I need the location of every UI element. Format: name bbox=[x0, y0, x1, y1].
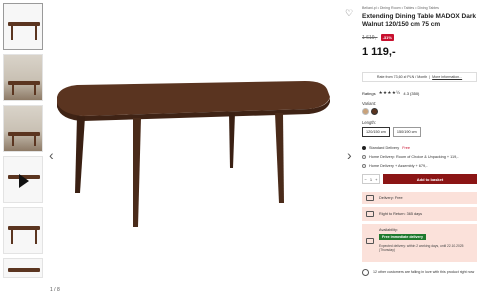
discount-badge: -31% bbox=[380, 34, 394, 41]
thumbnail-2[interactable] bbox=[3, 54, 43, 101]
variant-swatches bbox=[362, 108, 477, 115]
radio-icon[interactable] bbox=[362, 163, 366, 168]
star-rating-icon: ★★★★½ bbox=[378, 90, 401, 95]
length-options: 120/150 cm 150/190 cm bbox=[362, 127, 477, 137]
qty-plus-button[interactable]: + bbox=[375, 177, 377, 182]
old-price: 1 619,- bbox=[362, 34, 378, 41]
thumbnail-video[interactable] bbox=[3, 156, 43, 203]
thumb-table-leg bbox=[34, 136, 36, 146]
current-price: 1 119,- bbox=[362, 46, 396, 58]
swatch-light-wood[interactable] bbox=[362, 108, 369, 115]
length-option-150-190[interactable]: 150/190 cm bbox=[392, 127, 421, 137]
truck-icon bbox=[366, 195, 374, 201]
thumb-table-leg bbox=[11, 26, 13, 40]
thumb-table-leg bbox=[34, 85, 36, 95]
quantity-stepper[interactable]: − 1 + bbox=[362, 174, 380, 184]
thumbnail-1[interactable] bbox=[3, 3, 43, 50]
cart-row: − 1 + Add to basket bbox=[362, 174, 477, 184]
product-title: Extending Dining Table MADOX Dark Walnut… bbox=[362, 13, 477, 28]
availability-badge: Free immediate delivery bbox=[379, 234, 426, 240]
delivery-option-assembly[interactable]: Home Delivery + Assembly + 679,- bbox=[362, 161, 477, 170]
length-label: Length: bbox=[362, 120, 376, 125]
people-icon bbox=[362, 269, 369, 276]
variant-label: Variant: bbox=[362, 101, 377, 106]
finance-info: Rate from 73,60 zł PLN / Month | More in… bbox=[362, 72, 477, 82]
price-row: 1 619,- -31% bbox=[362, 34, 477, 41]
radio-selected-icon[interactable] bbox=[362, 145, 366, 150]
chevron-left-icon[interactable]: ‹ bbox=[49, 148, 54, 162]
ratings-label: Ratings bbox=[362, 90, 376, 96]
main-product-image[interactable] bbox=[47, 3, 360, 301]
thumb-table-leg bbox=[12, 85, 14, 95]
heart-icon[interactable]: ♡ bbox=[345, 8, 353, 19]
qty-value: 1 bbox=[369, 176, 373, 182]
chevron-right-icon[interactable]: › bbox=[347, 148, 352, 162]
delivery-options: Standard Delivery Free Home Delivery: Ro… bbox=[362, 143, 477, 170]
image-counter: 1 / 8 bbox=[50, 287, 60, 293]
table-leg bbox=[229, 113, 235, 168]
ratings-row[interactable]: Ratings ★★★★½ 4.3 (350) bbox=[362, 90, 477, 96]
delivery-info: Delivery: Free bbox=[362, 192, 477, 204]
rating-value: 4.3 (350) bbox=[403, 90, 420, 96]
table-leg bbox=[75, 116, 85, 193]
qty-minus-button[interactable]: − bbox=[365, 177, 367, 182]
length-option-120-150[interactable]: 120/150 cm bbox=[362, 127, 390, 137]
availability-note: Expected delivery: within 2 working days… bbox=[379, 244, 464, 253]
thumbnail-6[interactable] bbox=[3, 258, 43, 278]
thumb-table-leg bbox=[11, 230, 13, 244]
thumb-table-leg bbox=[12, 136, 14, 146]
thumbnail-strip bbox=[3, 3, 43, 282]
delivery-option-room[interactable]: Home Delivery: Room of Choice & Unpackin… bbox=[362, 152, 477, 161]
thumbnail-3[interactable] bbox=[3, 105, 43, 152]
table-leg bbox=[133, 118, 141, 227]
play-icon bbox=[19, 174, 29, 188]
finance-text: Rate from 73,60 zł PLN / Month bbox=[376, 75, 428, 79]
availability-info: Availability: Free immediate delivery Ex… bbox=[362, 224, 477, 262]
thumbnail-5[interactable] bbox=[3, 207, 43, 254]
finance-link[interactable]: More information... bbox=[432, 75, 462, 79]
swatch-dark-walnut[interactable] bbox=[371, 108, 378, 115]
thumb-table-leg bbox=[35, 230, 37, 244]
breadcrumb[interactable]: Beliani.pl • Dining Room • Tables • Dini… bbox=[362, 6, 477, 10]
social-proof: 12 other customers are falling in love w… bbox=[362, 269, 477, 276]
delivery-option-standard[interactable]: Standard Delivery Free bbox=[362, 143, 477, 152]
table-leg bbox=[275, 113, 284, 203]
add-to-basket-button[interactable]: Add to basket bbox=[383, 174, 477, 184]
thumb-table-leg bbox=[35, 26, 37, 40]
returns-info: Right to Return: 365 days bbox=[362, 207, 477, 221]
calendar-icon bbox=[366, 238, 374, 244]
availability-text: Availability: Free immediate delivery Ex… bbox=[379, 228, 473, 253]
product-details: Beliani.pl • Dining Room • Tables • Dini… bbox=[362, 6, 477, 276]
thumb-table-top bbox=[8, 268, 40, 272]
return-icon bbox=[366, 211, 374, 217]
radio-icon[interactable] bbox=[362, 154, 366, 159]
